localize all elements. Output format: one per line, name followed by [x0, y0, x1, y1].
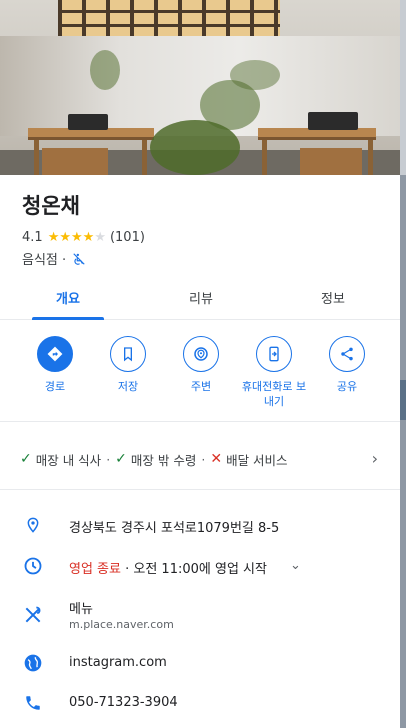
- website-text: instagram.com: [69, 655, 167, 670]
- rating-value: 4.1: [22, 230, 43, 245]
- takeout-label: 매장 밖 수령: [130, 452, 197, 468]
- send-to-phone-label: 휴대전화로 보 내기: [241, 380, 307, 408]
- save-label: 저장: [117, 380, 139, 393]
- send-to-phone-button[interactable]: 휴대전화로 보 내기: [237, 336, 311, 409]
- location-pin-icon: [22, 514, 44, 536]
- restaurant-menu-icon: [22, 604, 44, 626]
- rating-stars: ★★★★★: [47, 230, 106, 245]
- place-panel: 청온채 4.1 ★★★★★ (101) 음식점 · 개요 리뷰 정보 경로 저장…: [0, 0, 400, 728]
- share-icon: [341, 347, 353, 361]
- tab-reviews[interactable]: 리뷰: [161, 288, 241, 307]
- tab-overview[interactable]: 개요: [28, 288, 108, 307]
- check-icon: ✓: [20, 451, 32, 467]
- place-photo[interactable]: [0, 0, 400, 175]
- send-to-phone-icon: [269, 346, 279, 362]
- category-label: 음식점 ·: [22, 253, 67, 268]
- globe-icon: [22, 652, 44, 674]
- wheelchair-inaccessible-icon: [73, 252, 85, 265]
- nearby-button[interactable]: 주변: [164, 336, 238, 394]
- phone-icon: [22, 692, 44, 714]
- directions-label: 경로: [44, 380, 66, 393]
- shelf-decor: [58, 0, 280, 36]
- service-options-row[interactable]: ✓ 매장 내 식사 · ✓ 매장 밖 수령 · ✕ 배달 서비스 ›: [20, 449, 390, 469]
- action-buttons: 경로 저장 주변 휴대전화로 보 내기 공유: [0, 336, 400, 420]
- dine-in-label: 매장 내 식사: [35, 452, 102, 468]
- phone-text: 050-71323-3904: [69, 695, 178, 710]
- directions-icon: [47, 346, 63, 362]
- hours-detail: · 오전 11:00에 영업 시작: [120, 562, 267, 577]
- menu-url: m.place.naver.com: [69, 618, 174, 631]
- clock-icon: [22, 555, 44, 577]
- tab-bar: 개요 리뷰 정보: [0, 282, 400, 320]
- tab-about[interactable]: 정보: [293, 288, 373, 307]
- chevron-right-icon[interactable]: ›: [372, 449, 378, 468]
- chevron-down-icon[interactable]: ⌄: [290, 558, 301, 573]
- share-label: 공유: [336, 380, 358, 393]
- nearby-icon: [194, 347, 208, 361]
- active-tab-indicator: [32, 317, 104, 320]
- save-button[interactable]: 저장: [91, 336, 165, 394]
- divider: [0, 421, 400, 422]
- hours-status: 영업 종료: [69, 562, 121, 577]
- hours-text: 영업 종료 · 오전 11:00에 영업 시작: [69, 558, 267, 577]
- category-row: 음식점 ·: [22, 249, 86, 268]
- address-text: 경상북도 경주시 포석로1079번길 8-5: [69, 521, 280, 536]
- map-edge: [400, 0, 406, 728]
- check-icon: ✓: [115, 451, 127, 467]
- share-button[interactable]: 공유: [310, 336, 384, 394]
- rating-row[interactable]: 4.1 ★★★★★ (101): [22, 230, 145, 245]
- nearby-label: 주변: [190, 380, 212, 393]
- cross-icon: ✕: [210, 451, 223, 467]
- place-name: 청온채: [22, 194, 80, 218]
- directions-button[interactable]: 경로: [18, 336, 92, 394]
- menu-label: 메뉴: [69, 602, 93, 617]
- delivery-label: 배달 서비스: [226, 452, 288, 468]
- review-count[interactable]: (101): [110, 230, 145, 245]
- divider: [0, 489, 400, 490]
- bookmark-icon: [124, 347, 132, 362]
